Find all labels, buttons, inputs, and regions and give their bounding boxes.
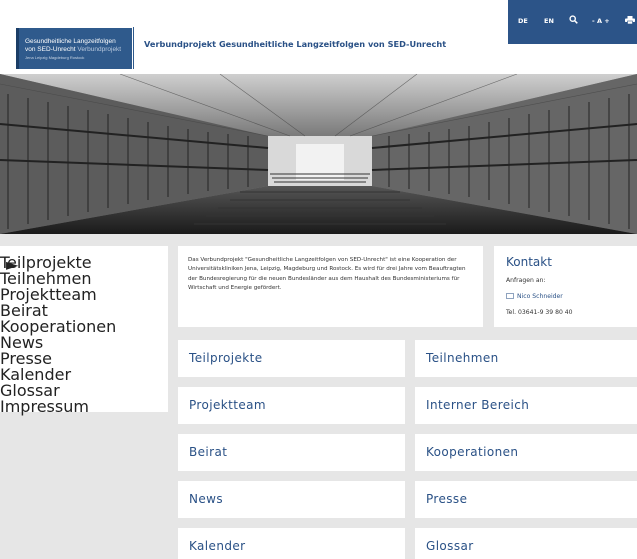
tile-beirat[interactable]: Beirat [178, 434, 405, 471]
contact-name-link[interactable]: Nico Schneider [506, 293, 563, 300]
sidebar-item-impressum[interactable]: Impressum [0, 397, 89, 416]
logo-line1: Gesundheitliche Langzeitfolgen [25, 38, 116, 45]
lang-de-link[interactable]: DE [518, 17, 528, 25]
tile-presse[interactable]: Presse [415, 481, 637, 518]
tile-kalender[interactable]: Kalender [178, 528, 405, 559]
contact-label: Anfragen an: [506, 277, 546, 284]
site-header: Gesundheitliche Langzeitfolgen von SED-U… [0, 0, 637, 74]
tile-news[interactable]: News [178, 481, 405, 518]
contact-title: Kontakt [506, 255, 552, 269]
print-icon[interactable] [625, 16, 635, 26]
tile-teilprojekte[interactable]: Teilprojekte [178, 340, 405, 377]
utility-bar: DE EN - A + [508, 0, 637, 44]
hero-image [0, 73, 637, 234]
tile-kooperationen[interactable]: Kooperationen [415, 434, 637, 471]
contact-phone: Tel. 03641-9 39 80 40 [506, 309, 573, 316]
tile-projektteam[interactable]: Projektteam [178, 387, 405, 424]
tile-interner-bereich[interactable]: Interner Bereich [415, 387, 637, 424]
tile-glossar[interactable]: Glossar [415, 528, 637, 559]
intro-text: Das Verbundprojekt "Gesundheitliche Lang… [188, 257, 466, 292]
mail-icon [506, 293, 514, 299]
font-size-control[interactable]: - A + [592, 17, 610, 25]
site-logo[interactable]: Gesundheitliche Langzeitfolgen von SED-U… [16, 28, 132, 69]
site-title[interactable]: Verbundprojekt Gesundheitliche Langzeitf… [144, 39, 446, 49]
header-divider [133, 27, 134, 69]
search-icon[interactable] [569, 15, 578, 26]
intro-box: Das Verbundprojekt "Gesundheitliche Lang… [178, 246, 483, 327]
logo-line2: von SED-Unrecht Verbundprojekt [25, 46, 122, 53]
contact-box: Kontakt Anfragen an: Nico Schneider Tel.… [494, 246, 637, 327]
tile-teilnehmen[interactable]: Teilnehmen [415, 340, 637, 377]
lang-en-link[interactable]: EN [544, 17, 554, 25]
logo-line3: Jena Leipzig Magdeburg Rostock [25, 55, 85, 60]
